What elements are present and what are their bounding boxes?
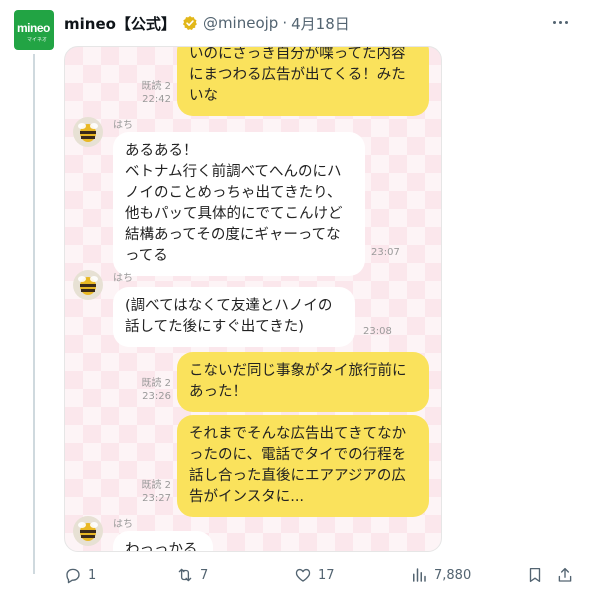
message-time: 23:27 [142, 493, 171, 504]
friend-avatar[interactable] [73, 270, 103, 300]
views-icon [413, 568, 426, 582]
bookmark-button[interactable] [526, 564, 544, 586]
share-icon [558, 567, 572, 582]
heart-icon [295, 568, 311, 582]
avatar[interactable]: mineo マイネオ [14, 10, 54, 50]
sender-name: はち [113, 519, 133, 530]
message-time: 23:26 [142, 391, 171, 402]
view-count: 7,880 [434, 567, 472, 583]
read-receipt: 既読 2 [141, 378, 171, 389]
message-time: 23:07 [371, 247, 400, 258]
sender-name: はち [113, 120, 133, 131]
chat-bubble-friend: (調べてはなくて友達とハノイの 話してた後にすぐ出てきた) [113, 287, 355, 347]
avatar-logo: mineo [17, 21, 50, 35]
more-icon[interactable] [548, 16, 572, 28]
share-button[interactable] [556, 564, 574, 586]
read-receipt: 既読 2 [141, 81, 171, 92]
bookmark-icon [529, 567, 541, 583]
chat-bubble-friend: わっっかる [113, 531, 213, 551]
like-count: 17 [318, 567, 335, 583]
read-receipt: 既読 2 [141, 480, 171, 491]
tweet-header: mineo【公式】 @mineojp · 4月18日 [64, 13, 350, 33]
tweet: mineo マイネオ mineo【公式】 @mineojp · 4月18日 いの… [0, 0, 590, 595]
reply-count: 1 [88, 567, 97, 583]
friend-avatar[interactable] [73, 516, 103, 546]
chat-bubble-mine: いのにさっき自分が喋ってた内容 にまつわる広告が出てくる！みた いな [177, 47, 429, 116]
repost-button[interactable]: 7 [176, 564, 208, 586]
friend-avatar[interactable] [73, 117, 103, 147]
chat-screenshot[interactable]: いのにさっき自分が喋ってた内容 にまつわる広告が出てくる！みた いな 既読 2 … [64, 46, 442, 552]
message-time: 23:08 [363, 326, 392, 337]
views-button[interactable]: 7,880 [410, 564, 471, 586]
chat-bubble-mine: それまでそんな広告出てきてなか ったのに、電話でタイでの行程を 話し合った直後に… [177, 415, 429, 517]
separator-dot: · [282, 14, 288, 32]
avatar-logo-sub: マイネオ [27, 37, 48, 43]
verified-badge-icon [182, 16, 197, 30]
message-time: 22:42 [142, 94, 171, 105]
chat-bubble-mine: こないだ同じ事象がタイ旅行前に あった！ [177, 352, 429, 412]
repost-icon [178, 568, 192, 582]
post-date[interactable]: 4月18日 [291, 13, 350, 34]
chat-bubble-friend: あるある！ ベトナム行く前調べてへんのにハ ノイのことめっちゃ出てきたり、 他も… [113, 132, 365, 276]
sender-name: はち [113, 273, 133, 284]
display-name[interactable]: mineo【公式】 [64, 13, 176, 34]
user-handle[interactable]: @mineojp [203, 14, 278, 32]
reply-button[interactable]: 1 [64, 564, 96, 586]
repost-count: 7 [200, 567, 209, 583]
tweet-actions: 1 7 17 7,880 [64, 564, 574, 586]
thread-line [33, 54, 35, 574]
like-button[interactable]: 17 [294, 564, 335, 586]
reply-icon [66, 568, 80, 584]
